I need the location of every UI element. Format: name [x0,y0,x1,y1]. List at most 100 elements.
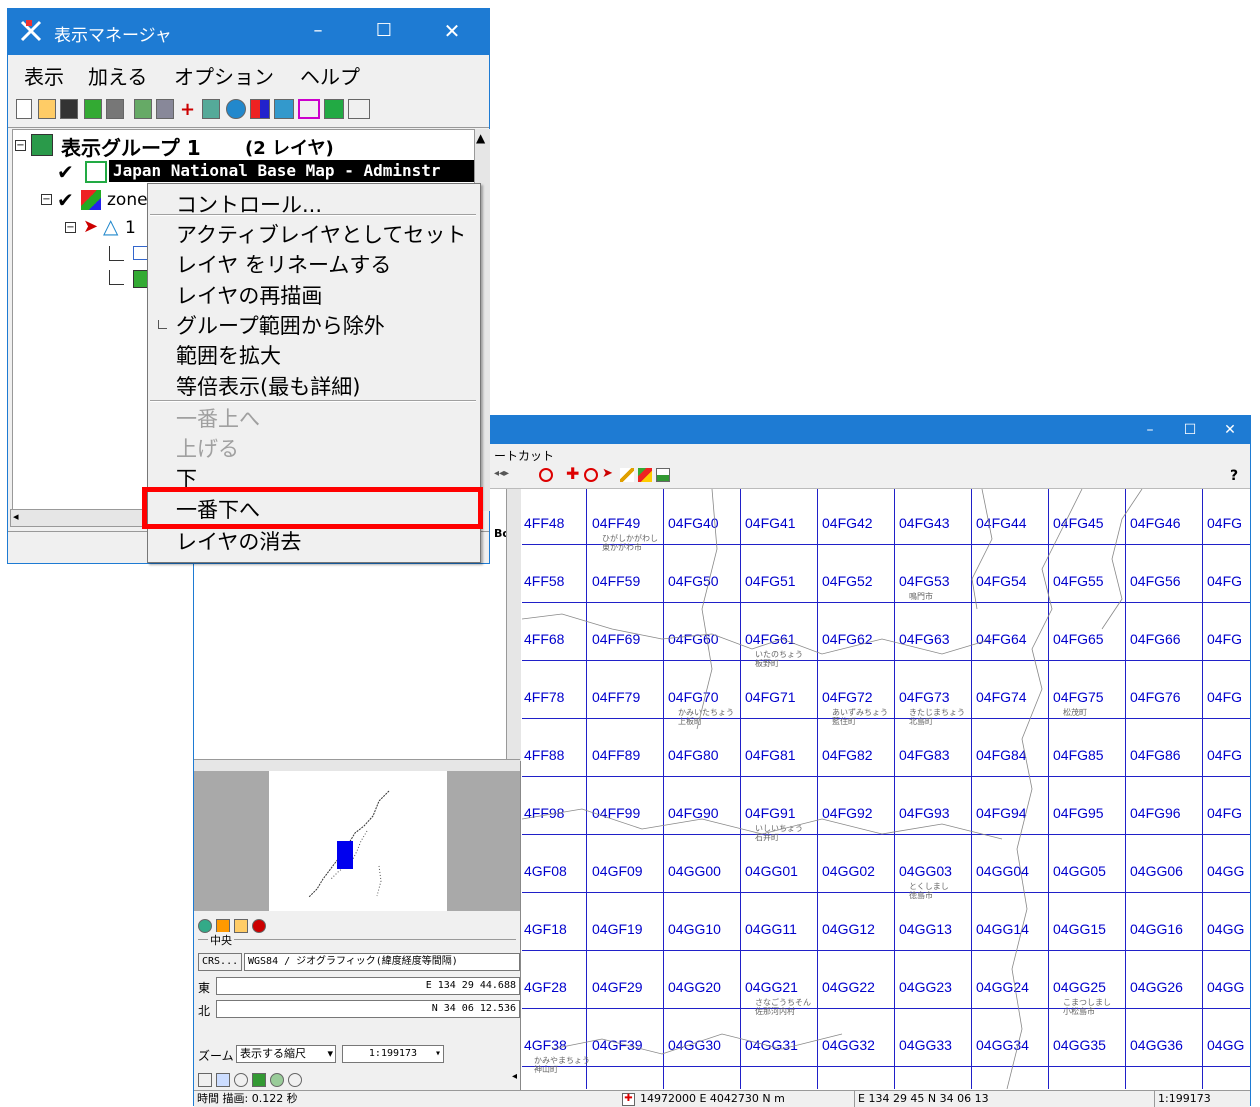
scroll-left-icon[interactable]: ◂ [13,510,19,523]
pan-arrows-icon[interactable]: ◂◂▸ [494,468,509,482]
scale-bar-icon[interactable] [348,99,370,119]
globe-icon[interactable] [226,99,246,119]
save-icon[interactable] [60,99,78,119]
grid-cell-label: 04GG03 [899,863,952,879]
collapse-icon[interactable]: − [65,222,76,233]
add-point-icon[interactable]: ✚ [566,466,580,482]
grid-cell-label: 04FG81 [745,747,796,763]
map-icon[interactable] [252,1073,266,1087]
context-menu-item[interactable]: レイヤ をリネームする [176,249,391,279]
zoom-out-icon[interactable] [288,1073,302,1087]
add-overlay-icon[interactable]: + [180,99,198,120]
list-icon[interactable] [198,1073,212,1087]
context-menu-item[interactable]: アクティブレイヤとしてセット [176,219,466,249]
menu-separator [150,400,476,402]
scroll-up-icon[interactable]: ▲ [476,131,485,145]
center-group [198,939,516,940]
add-layer-icon[interactable] [84,99,102,119]
open-folder-icon[interactable] [234,919,248,933]
overview-map[interactable] [194,771,520,911]
context-menu-item[interactable]: 等倍表示(最も詳細) [176,371,360,401]
zoom-mode-select[interactable]: 表示する縮尺 ▾ [236,1045,336,1063]
contour-icon[interactable] [274,99,294,119]
grid-line-vertical [663,489,664,1089]
globe-icon[interactable] [198,919,212,933]
grid-cell-label: 04FG61 [745,631,796,647]
collapse-icon[interactable]: − [15,140,26,151]
overview-extent-box[interactable] [337,841,353,869]
check-icon[interactable]: ✔ [57,188,74,212]
maximize-button[interactable]: ☐ [1170,416,1210,444]
grid-line-horizontal [522,1008,1250,1009]
print-icon[interactable] [106,99,124,119]
vertical-scrollbar[interactable] [506,489,521,761]
zoom-scale-select[interactable]: 1:199173 ▾ [342,1045,444,1063]
legend-icon[interactable] [656,468,670,482]
place-label: 徳島市 [909,891,933,900]
window-icon[interactable] [216,1073,230,1087]
grid-cell-label: 04FG [1207,805,1243,821]
draw-pencil-icon[interactable] [620,468,634,482]
collapse-icon[interactable]: − [41,194,52,205]
grid-cell-label: 04GG35 [1053,1037,1106,1053]
close-button[interactable]: ✕ [1210,416,1250,444]
maximize-button[interactable]: ☐ [364,17,404,45]
network-icon[interactable] [324,99,344,119]
context-menu-item[interactable]: レイヤの再描画 [176,280,322,310]
raster-icon[interactable] [202,99,220,119]
grid-cell-label: 04GG05 [1053,863,1106,879]
crosshair-icon[interactable]: ✚ [622,1093,635,1106]
minimize-button[interactable]: – [1130,416,1170,444]
north-field[interactable]: N 34 06 12.536 [216,1000,520,1018]
status-utm-coords: 14972000 E 4042730 N m [640,1092,785,1105]
new-file-icon[interactable] [16,99,32,119]
select-arrow-icon[interactable]: ➤ [602,467,616,482]
grid-cell-label: 04FG82 [822,747,873,763]
vehicle-icon[interactable] [156,99,174,119]
menu-options[interactable]: オプション [174,61,274,90]
edit-layer-icon[interactable] [638,468,652,482]
tree-layer-japan-basemap[interactable]: ✔ Japan National Base Map - Adminstr [57,160,477,184]
grid-cell-label: 04FG80 [668,747,719,763]
grid-table-icon[interactable] [298,99,320,119]
context-menu-item: 上げる [176,437,239,461]
zoom-icon[interactable] [584,468,598,482]
context-menu-item[interactable]: グループ範囲から除外 [176,310,385,340]
map-canvas[interactable]: 4FF48 04FF49 04FG40 04FG41 04FG42 04FG43 04FG4… [522,489,1250,1089]
orange-layer-icon[interactable] [216,919,230,933]
grid-cell-label: 04FG56 [1130,573,1181,589]
chevron-down-icon: ▾ [434,1048,441,1059]
zoom-label: ズーム [198,1049,234,1063]
grid-cell-label: 4FF98 [524,805,565,821]
check-icon[interactable]: ✔ [57,160,74,184]
search-icon[interactable] [234,1073,248,1087]
menu-help[interactable]: ヘルプ [300,61,360,90]
grid-cell-label: 04FG42 [822,515,873,531]
group-icon[interactable] [134,99,152,119]
context-menu-item[interactable]: レイヤの消去 [176,526,301,556]
crs-value: WGS84 / ジオグラフィック(緯度経度等間隔) [244,953,520,971]
zoom-in-icon[interactable] [270,1073,284,1087]
menu-add[interactable]: 加える [88,61,147,90]
east-field[interactable]: E 134 29 44.688 [216,977,520,995]
no-entry-icon[interactable] [539,468,553,482]
menu-view[interactable]: 表示 [24,61,64,90]
close-button[interactable]: ✕ [432,17,472,45]
grid-cell-label: 04GG04 [976,863,1029,879]
open-folder-icon[interactable] [38,99,56,119]
color-grid-icon[interactable] [250,99,270,119]
crs-button[interactable]: CRS... [198,953,242,971]
grid-cell-label: 04FG92 [822,805,873,821]
north-row: 北 N 34 06 12.536 [198,1000,520,1018]
grid-cell-label: 04FG71 [745,689,796,705]
context-menu-item[interactable]: 範囲を拡大 [176,340,281,370]
arrow-left-icon[interactable]: ◂ [512,1071,517,1082]
menu-shortcut[interactable]: ートカット [494,447,554,464]
grid-cell-label: 04FG62 [822,631,873,647]
grid-cell-label: 04FG40 [668,515,719,531]
help-icon[interactable]: ? [1230,468,1238,484]
stop-icon[interactable] [252,919,266,933]
minimize-button[interactable]: – [298,17,338,45]
tree-connector [109,270,124,285]
grid-cell-label: 04GG32 [822,1037,875,1053]
